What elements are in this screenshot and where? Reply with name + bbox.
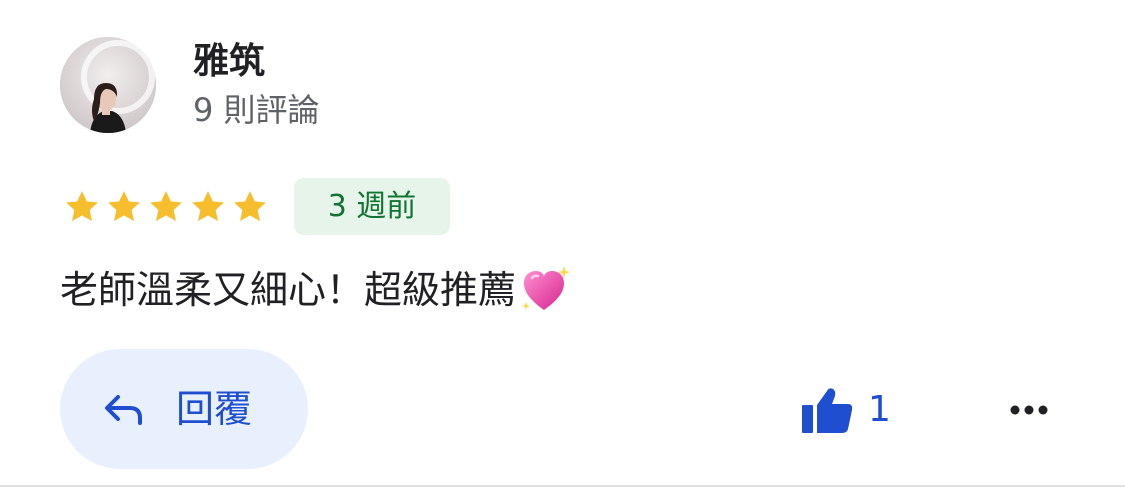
review-text: 老師溫柔又細心！超級推薦 xyxy=(60,268,517,312)
like-button[interactable]: 1 xyxy=(798,380,891,440)
reply-arrow-icon xyxy=(105,395,142,425)
star-rating xyxy=(62,187,270,227)
reply-button[interactable]: 回覆 xyxy=(60,349,308,469)
star-icon xyxy=(108,191,140,221)
divider xyxy=(0,485,1125,487)
sparkling-heart-icon xyxy=(522,266,571,310)
review-card: 雅筑 9 則評論 3 週前 老師溫柔又細心！超級推薦 回覆 1 xyxy=(0,0,1125,491)
more-options-button[interactable] xyxy=(1005,390,1053,430)
reply-label: 回覆 xyxy=(176,387,253,431)
review-time-badge: 3 週前 xyxy=(294,178,450,235)
star-icon xyxy=(192,191,224,221)
more-horizontal-icon xyxy=(1010,405,1048,415)
star-icon xyxy=(150,191,182,221)
user-avatar-icon xyxy=(60,37,156,133)
star-icon xyxy=(66,191,98,221)
thumbs-up-icon xyxy=(802,388,853,433)
review-count: 9 則評論 xyxy=(193,91,320,129)
avatar[interactable] xyxy=(60,37,156,133)
like-count: 1 xyxy=(868,389,891,430)
star-icon xyxy=(234,191,266,221)
review-body: 老師溫柔又細心！超級推薦 xyxy=(60,260,572,320)
reviewer-name[interactable]: 雅筑 xyxy=(193,38,265,86)
